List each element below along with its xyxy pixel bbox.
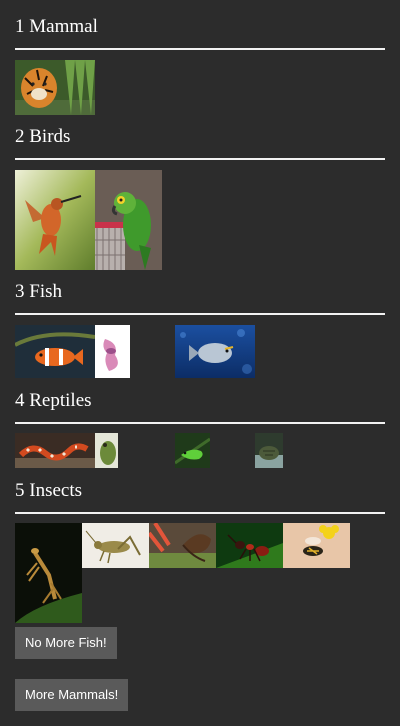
- group-divider: [15, 48, 385, 50]
- group-heading-birds: 2 Birds: [15, 126, 71, 147]
- hummingbird-image[interactable]: [15, 170, 95, 270]
- more-mammals-button[interactable]: More Mammals!: [15, 679, 129, 711]
- tiger-image[interactable]: [15, 60, 95, 115]
- no-more-fish-button[interactable]: No More Fish!: [15, 627, 117, 659]
- clownfish-image[interactable]: [15, 325, 95, 378]
- ant-image[interactable]: [216, 523, 283, 568]
- group-divider: [15, 422, 385, 424]
- betta-fish-image[interactable]: [95, 325, 130, 378]
- snake-image[interactable]: [15, 433, 95, 468]
- chameleon-image[interactable]: [95, 433, 118, 468]
- parrot-image[interactable]: [95, 170, 162, 270]
- group-divider: [15, 313, 385, 315]
- turtle-image[interactable]: [255, 433, 283, 468]
- butterfly-image[interactable]: [149, 523, 216, 568]
- group-divider: [15, 512, 385, 514]
- group-divider: [15, 158, 385, 160]
- group-heading-insects: 5 Insects: [15, 480, 83, 501]
- group-heading-mammal: 1 Mammal: [15, 16, 98, 37]
- grasshopper-image[interactable]: [82, 523, 149, 568]
- praying-mantis-image[interactable]: [15, 523, 82, 623]
- hoverfly-image[interactable]: [283, 523, 350, 568]
- group-heading-reptiles: 4 Reptiles: [15, 390, 92, 411]
- green-lizard-image[interactable]: [175, 433, 210, 468]
- group-heading-fish: 3 Fish: [15, 281, 62, 302]
- blue-reef-fish-image[interactable]: [175, 325, 255, 378]
